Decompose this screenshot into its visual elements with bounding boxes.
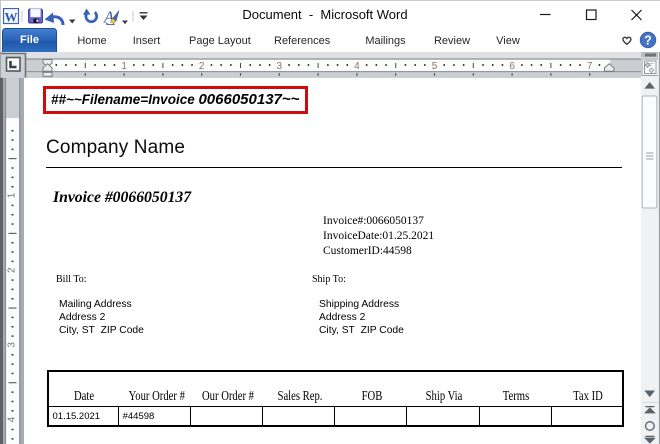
svg-text:5: 5 (432, 61, 438, 72)
svg-text:1: 1 (7, 192, 18, 198)
svg-text:4: 4 (7, 416, 18, 422)
svg-text:6: 6 (509, 61, 515, 72)
svg-text:1: 1 (121, 61, 127, 72)
svg-text:3: 3 (277, 61, 283, 72)
svg-text:4: 4 (354, 61, 360, 72)
svg-text:2: 2 (7, 267, 18, 273)
svg-text:?: ? (644, 34, 652, 48)
svg-text:3: 3 (7, 342, 18, 348)
svg-text:W: W (5, 10, 18, 25)
svg-text:7: 7 (587, 61, 593, 72)
svg-text:2: 2 (199, 61, 205, 72)
